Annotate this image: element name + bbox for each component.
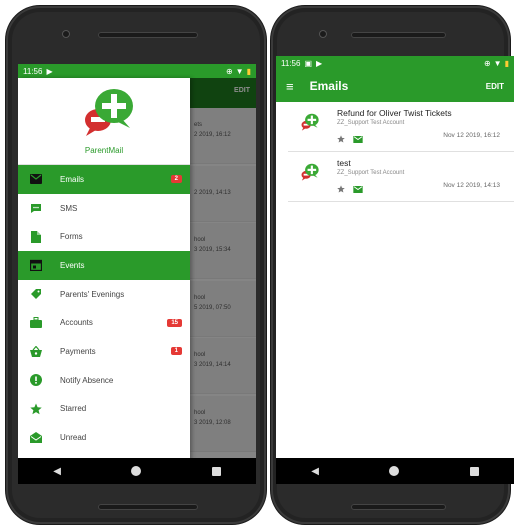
mail-icon: [353, 180, 363, 198]
back-button[interactable]: ◀: [311, 466, 319, 477]
email-subject: test: [337, 158, 351, 168]
email-status-icons: [337, 180, 363, 198]
parentmail-logo-icon: [298, 112, 320, 132]
open-mail-icon: [30, 432, 42, 444]
drawer-item-label: Accounts: [60, 318, 93, 328]
drawer-header: ParentMail: [18, 78, 190, 165]
drawer-item-label: Parents' Evenings: [60, 289, 125, 299]
drawer-item-label: Starred: [60, 404, 87, 414]
star-icon: [30, 403, 42, 415]
edit-button[interactable]: EDIT: [486, 82, 504, 91]
tag-icon: [30, 288, 42, 300]
drawer-item-label: Emails: [60, 174, 85, 184]
drawer-item-starred[interactable]: Starred: [18, 395, 190, 424]
sync-icon: ⊕: [225, 66, 233, 76]
battery-icon: ▮: [504, 58, 509, 68]
wifi-icon: ▼: [235, 66, 244, 76]
drawer-item-events[interactable]: Events: [18, 251, 190, 280]
status-bar: 11:56 ▶ ⊕ ▼ ▮: [18, 64, 256, 78]
navigation-drawer: ParentMail Emails 2 SMS Forms Events Parents'…: [18, 78, 190, 470]
drawer-item-label: SMS: [60, 203, 78, 213]
calendar-icon: [30, 259, 42, 272]
star-icon[interactable]: [337, 180, 345, 198]
notification-icon: ▣: [304, 58, 312, 68]
email-subject: Refund for Oliver Twist Tickets: [337, 108, 452, 118]
sync-icon: ⊕: [483, 58, 491, 68]
status-bar: 11:56 ▣ ▶ ⊕ ▼ ▮: [276, 56, 514, 70]
email-sender: ZZ_Support Test Account: [337, 170, 405, 176]
parentmail-logo-icon: [298, 162, 320, 182]
status-time: 11:56: [23, 66, 43, 76]
play-icon: ▶: [316, 58, 323, 68]
mail-icon: [353, 130, 363, 148]
drawer-item-label: Notify Absence: [60, 375, 114, 385]
play-icon: ▶: [46, 66, 53, 76]
email-date: Nov 12 2019, 16:12: [443, 132, 500, 139]
drawer-item-sms[interactable]: SMS: [18, 194, 190, 223]
drawer-item-forms[interactable]: Forms: [18, 222, 190, 251]
forms-icon: [30, 230, 42, 243]
count-badge: 15: [167, 318, 182, 327]
home-button[interactable]: [131, 466, 142, 476]
left-screen: 11:56 ▶ ⊕ ▼ ▮ EDIT ets 2 2019, 16:12 2 201…: [18, 64, 256, 484]
drawer-item-parents-evenings[interactable]: Parents' Evenings: [18, 280, 190, 309]
basket-icon: [30, 345, 42, 357]
drawer-item-label: Unread: [60, 433, 87, 443]
email-list-item[interactable]: test ZZ_Support Test Account Nov 12 2019, …: [288, 152, 514, 202]
bottom-speaker: [98, 504, 198, 510]
android-nav-bar: ◀: [18, 458, 256, 484]
earpiece-speaker: [98, 32, 198, 38]
drawer-item-emails[interactable]: Emails 2: [18, 165, 190, 194]
hamburger-menu-icon[interactable]: ≡: [286, 79, 294, 94]
drawer-item-label: Events: [60, 260, 85, 270]
battery-icon: ▮: [246, 66, 251, 76]
email-sender: ZZ_Support Test Account: [337, 120, 405, 126]
alert-icon: [30, 374, 42, 387]
camera: [319, 30, 327, 38]
drawer-item-notify-absence[interactable]: Notify Absence: [18, 366, 190, 395]
email-status-icons: [337, 130, 363, 148]
sms-icon: [30, 202, 42, 214]
parentmail-logo-icon: [85, 89, 133, 136]
briefcase-icon: [30, 317, 42, 329]
status-time: 11:56: [281, 58, 301, 68]
count-badge: 2: [170, 175, 182, 184]
drawer-item-unread[interactable]: Unread: [18, 423, 190, 452]
camera: [62, 30, 70, 38]
mail-icon: [30, 173, 42, 185]
earpiece-speaker: [351, 32, 446, 38]
bottom-speaker: [351, 504, 446, 510]
brand-name: ParentMail: [84, 146, 124, 155]
drawer-item-label: Payments: [60, 346, 96, 356]
recents-button[interactable]: [211, 466, 221, 476]
android-nav-bar: ◀: [276, 458, 514, 484]
email-date: Nov 12 2019, 14:13: [443, 182, 500, 189]
drawer-item-accounts[interactable]: Accounts 15: [18, 308, 190, 337]
recents-button[interactable]: [469, 466, 479, 476]
page-title: Emails: [309, 79, 349, 93]
drawer-item-payments[interactable]: Payments 1: [18, 337, 190, 366]
star-icon[interactable]: [337, 130, 345, 148]
home-button[interactable]: [389, 466, 400, 476]
drawer-item-label: Forms: [60, 232, 83, 242]
app-bar: ≡ Emails EDIT: [276, 70, 514, 102]
wifi-icon: ▼: [493, 58, 502, 68]
count-badge: 1: [170, 347, 182, 356]
back-button[interactable]: ◀: [53, 466, 61, 477]
right-screen: 11:56 ▣ ▶ ⊕ ▼ ▮ ≡ Emails EDIT Refund for…: [276, 56, 514, 484]
email-list-item[interactable]: Refund for Oliver Twist Tickets ZZ_Suppor…: [288, 102, 514, 152]
